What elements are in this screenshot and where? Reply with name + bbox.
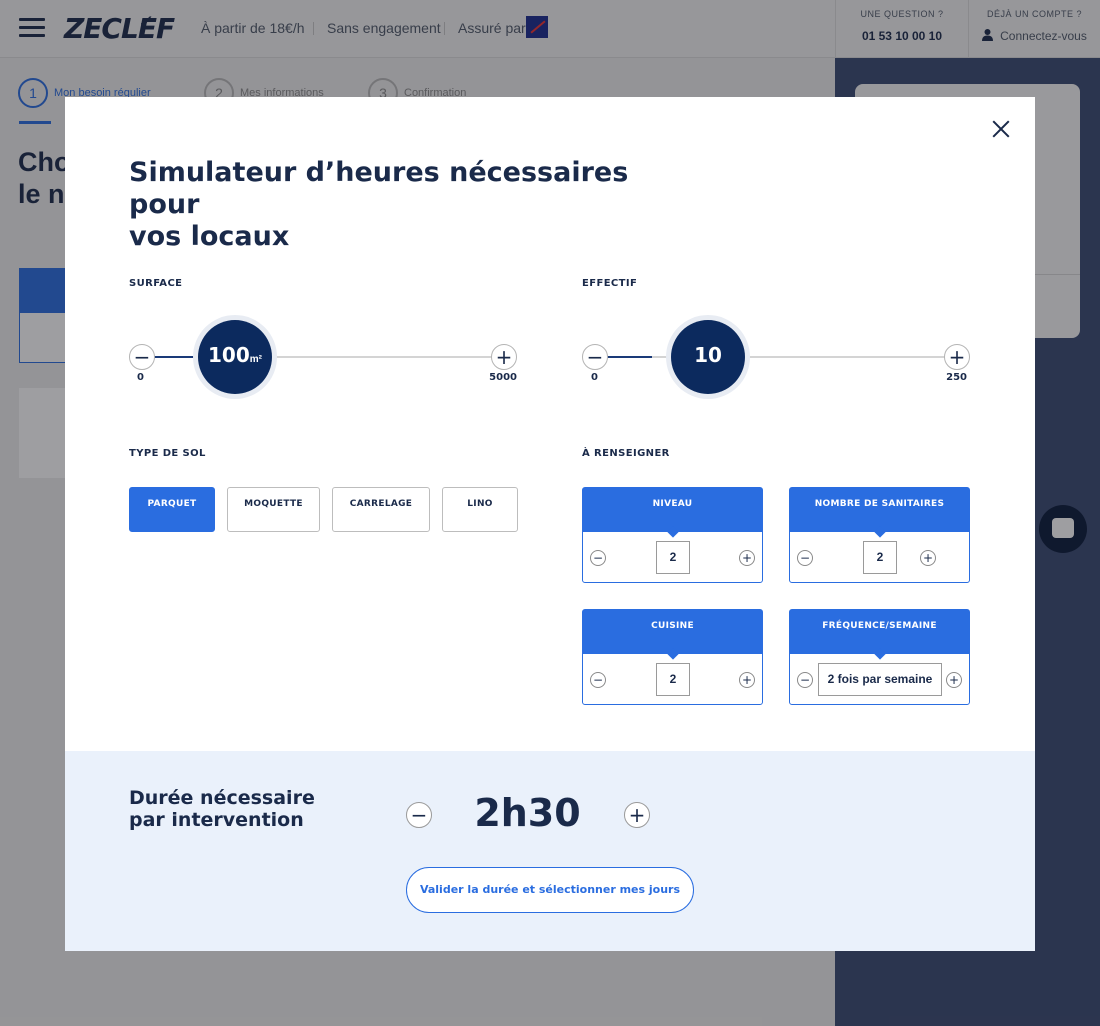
surface-max: 5000 [489, 372, 517, 383]
surface-label: SURFACE [129, 278, 183, 289]
validate-duration-button[interactable]: Valider la durée et sélectionner mes jou… [406, 867, 694, 913]
kitchen-input[interactable]: 2 [656, 663, 690, 696]
duration-increment-button[interactable]: + [624, 802, 650, 828]
toilets-input[interactable]: 2 [863, 541, 897, 574]
floor-option-parquet[interactable]: PARQUET [129, 487, 215, 532]
toilets-stepper: NOMBRE DE SANITAIRES − 2 + [789, 487, 970, 583]
level-increment-button[interactable]: + [739, 550, 755, 566]
duration-footer: Durée nécessaire par intervention − 2h30… [65, 751, 1035, 951]
surface-unit: m² [249, 354, 262, 365]
headcount-value: 10 [694, 343, 722, 367]
modal-title-line: Simulateur d’heures nécessaires pour [129, 157, 629, 220]
floor-option-moquette[interactable]: MOQUETTE [227, 487, 320, 532]
frequency-increment-button[interactable]: + [946, 672, 962, 688]
level-input[interactable]: 2 [656, 541, 690, 574]
kitchen-increment-button[interactable]: + [739, 672, 755, 688]
modal-title: Simulateur d’heures nécessaires pour vos… [129, 157, 669, 253]
duration-decrement-button[interactable]: − [406, 802, 432, 828]
kitchen-stepper: CUISINE − 2 + [582, 609, 763, 705]
headcount-label: EFFECTIF [582, 278, 638, 289]
modal-title-line: vos locaux [129, 221, 290, 252]
level-stepper: NIVEAU − 2 + [582, 487, 763, 583]
duration-label-line: Durée nécessaire [129, 787, 315, 809]
floor-option-lino[interactable]: LINO [442, 487, 518, 532]
toilets-increment-button[interactable]: + [920, 550, 936, 566]
headcount-max: 250 [946, 372, 967, 383]
floor-option-carrelage[interactable]: CARRELAGE [332, 487, 430, 532]
headcount-min: 0 [591, 372, 598, 383]
surface-knob[interactable]: 100m² [198, 320, 272, 394]
close-icon[interactable] [989, 117, 1013, 141]
floor-type-label: TYPE DE SOL [129, 448, 206, 459]
headcount-increment-button[interactable]: + [944, 344, 970, 370]
surface-slider[interactable]: − + 100m² 0 5000 [129, 320, 517, 394]
toilets-decrement-button[interactable]: − [797, 550, 813, 566]
to-fill-label: À RENSEIGNER [582, 448, 670, 459]
duration-label-line: par intervention [129, 809, 304, 831]
headcount-slider[interactable]: − + 10 0 250 [582, 320, 970, 394]
frequency-label: FRÉQUENCE/SEMAINE [790, 610, 969, 654]
duration-label: Durée nécessaire par intervention [129, 787, 315, 831]
kitchen-label: CUISINE [583, 610, 762, 654]
surface-value: 100 [208, 343, 250, 367]
hours-simulator-modal: Simulateur d’heures nécessaires pour vos… [65, 97, 1035, 951]
level-label: NIVEAU [583, 488, 762, 532]
surface-decrement-button[interactable]: − [129, 344, 155, 370]
level-decrement-button[interactable]: − [590, 550, 606, 566]
headcount-decrement-button[interactable]: − [582, 344, 608, 370]
kitchen-decrement-button[interactable]: − [590, 672, 606, 688]
frequency-input[interactable]: 2 fois par semaine [818, 663, 942, 696]
frequency-decrement-button[interactable]: − [797, 672, 813, 688]
surface-increment-button[interactable]: + [491, 344, 517, 370]
frequency-stepper: FRÉQUENCE/SEMAINE − 2 fois par semaine + [789, 609, 970, 705]
toilets-label: NOMBRE DE SANITAIRES [790, 488, 969, 532]
duration-value: 2h30 [474, 791, 581, 835]
headcount-knob[interactable]: 10 [671, 320, 745, 394]
surface-min: 0 [137, 372, 144, 383]
